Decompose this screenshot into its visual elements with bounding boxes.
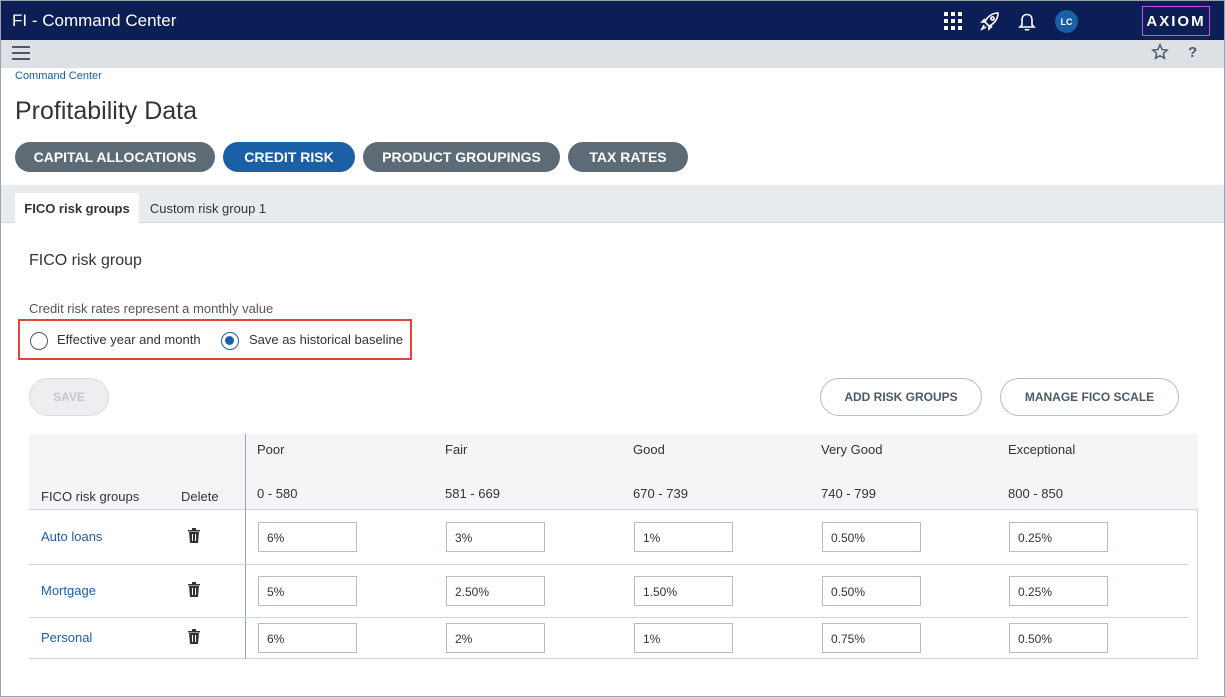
row-divider xyxy=(29,564,1189,565)
rocket-icon[interactable] xyxy=(978,9,1002,33)
rate-input[interactable]: 0.50% xyxy=(1009,623,1108,653)
header-band-range: 0 - 580 xyxy=(257,486,298,501)
manage-fico-scale-button[interactable]: MANAGE FICO SCALE xyxy=(1000,378,1179,416)
tab-tax-rates[interactable]: TAX RATES xyxy=(568,142,688,172)
section-title: FICO risk group xyxy=(29,252,142,269)
rate-note: Credit risk rates represent a monthly va… xyxy=(29,301,274,316)
app-window: FI - Command Center LC AXIOM ? Command C… xyxy=(0,0,1225,697)
trash-icon[interactable] xyxy=(187,581,201,597)
rate-input[interactable]: 1% xyxy=(634,522,733,552)
rate-input[interactable]: 2% xyxy=(446,623,545,653)
axiom-logo: AXIOM xyxy=(1142,6,1210,36)
rate-input[interactable]: 5% xyxy=(258,576,357,606)
radio-label-historical[interactable]: Save as historical baseline xyxy=(249,332,403,347)
radio-effective-year-month[interactable] xyxy=(30,332,48,350)
top-bar: FI - Command Center LC AXIOM xyxy=(1,1,1224,40)
hamburger-icon[interactable] xyxy=(12,46,30,62)
header-delete: Delete xyxy=(181,489,219,504)
tab-custom-risk-group-1[interactable]: Custom risk group 1 xyxy=(141,193,275,223)
rate-input[interactable]: 0.25% xyxy=(1009,522,1108,552)
risk-group-link[interactable]: Personal xyxy=(41,630,92,645)
apps-grid-icon[interactable] xyxy=(941,9,965,33)
help-icon[interactable]: ? xyxy=(1188,44,1197,61)
secondary-toolbar: ? xyxy=(1,40,1224,68)
trash-icon[interactable] xyxy=(187,527,201,543)
star-icon[interactable] xyxy=(1151,43,1169,66)
rate-input[interactable]: 0.75% xyxy=(822,623,921,653)
bell-icon[interactable] xyxy=(1015,9,1039,33)
header-band-name: Exceptional xyxy=(1008,442,1076,457)
header-band-range: 670 - 739 xyxy=(633,486,688,501)
row-divider xyxy=(29,658,245,659)
header-band-name: Fair xyxy=(445,442,468,457)
rate-input[interactable]: 1% xyxy=(634,623,733,653)
radio-historical-baseline[interactable] xyxy=(221,332,239,350)
rate-input[interactable]: 0.50% xyxy=(822,522,921,552)
tab-capital-allocations[interactable]: CAPITAL ALLOCATIONS xyxy=(15,142,215,172)
rate-input[interactable]: 6% xyxy=(258,623,357,653)
page-title: Profitability Data xyxy=(15,97,198,125)
save-button[interactable]: SAVE xyxy=(29,378,109,416)
sub-tab-strip: FICO risk groups Custom risk group 1 xyxy=(1,185,1224,223)
add-risk-groups-button[interactable]: ADD RISK GROUPS xyxy=(820,378,982,416)
header-band-name: Good xyxy=(633,442,665,457)
trash-icon[interactable] xyxy=(187,628,201,644)
row-divider xyxy=(29,617,1189,618)
header-band-name: Very Good xyxy=(821,442,883,457)
header-band-range: 800 - 850 xyxy=(1008,486,1063,501)
app-title: FI - Command Center xyxy=(12,11,177,30)
tab-credit-risk[interactable]: CREDIT RISK xyxy=(223,142,355,172)
rate-input[interactable]: 3% xyxy=(446,522,545,552)
rate-input[interactable]: 1.50% xyxy=(634,576,733,606)
tab-fico-risk-groups[interactable]: FICO risk groups xyxy=(15,193,139,223)
radio-label-effective[interactable]: Effective year and month xyxy=(57,332,201,347)
rate-input[interactable]: 0.50% xyxy=(822,576,921,606)
header-fico-risk-groups: FICO risk groups xyxy=(41,489,140,504)
risk-group-link[interactable]: Auto loans xyxy=(41,529,102,544)
header-band-range: 740 - 799 xyxy=(821,486,876,501)
rate-input[interactable]: 2.50% xyxy=(446,576,545,606)
column-divider xyxy=(245,434,246,659)
header-band-range: 581 - 669 xyxy=(445,486,500,501)
breadcrumb[interactable]: Command Center xyxy=(15,70,102,82)
tab-product-groupings[interactable]: PRODUCT GROUPINGS xyxy=(363,142,560,172)
risk-group-link[interactable]: Mortgage xyxy=(41,583,96,598)
user-avatar[interactable]: LC xyxy=(1055,10,1078,33)
rate-input[interactable]: 0.25% xyxy=(1009,576,1108,606)
header-band-name: Poor xyxy=(257,442,285,457)
rate-input[interactable]: 6% xyxy=(258,522,357,552)
